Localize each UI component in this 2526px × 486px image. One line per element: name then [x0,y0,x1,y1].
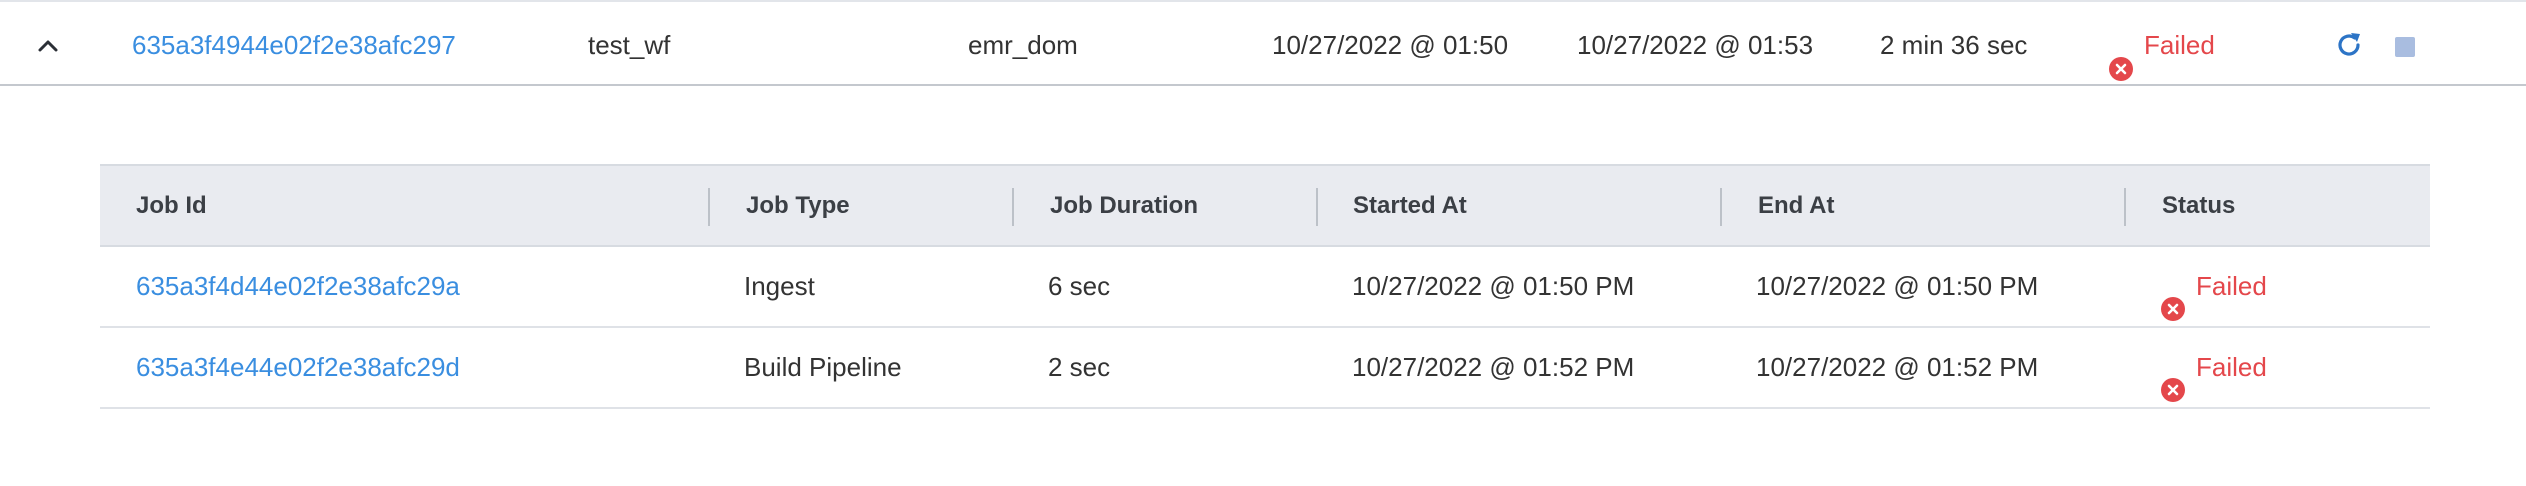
column-header-job-duration: Job Duration [1050,192,1198,219]
job-status-badge: Failed [2160,247,2267,326]
column-header-status: Status [2162,192,2236,219]
jobs-table: Job Id Job Type Job Duration Started At … [100,164,2430,409]
stop-icon[interactable] [2394,34,2416,65]
workflow-domain: emr_dom [968,30,1078,60]
column-divider [1316,188,1318,226]
job-status-badge: Failed [2160,328,2267,407]
column-divider [1012,188,1014,226]
job-type: Build Pipeline [744,352,902,382]
x-circle-icon [2108,32,2134,81]
workflow-status-badge: Failed [2108,4,2215,86]
table-row: 635a3f4d44e02f2e38afc29a Ingest 6 sec 10… [100,247,2430,328]
refresh-icon[interactable] [2334,30,2364,67]
column-divider [1720,188,1722,226]
workflow-ended-at: 10/27/2022 @ 01:53 [1577,30,1814,60]
column-divider [708,188,710,226]
chevron-up-icon[interactable] [30,28,66,64]
job-end-at: 10/27/2022 @ 01:50 PM [1756,271,2039,301]
column-header-end-at: End At [1758,192,1835,219]
workflow-duration: 2 min 36 sec [1880,30,2028,60]
table-row: 635a3f4e44e02f2e38afc29d Build Pipeline … [100,328,2430,409]
column-header-job-type: Job Type [746,192,850,219]
job-status-label: Failed [2196,271,2267,301]
job-end-at: 10/27/2022 @ 01:52 PM [1756,352,2039,382]
job-duration: 6 sec [1048,271,1111,301]
job-id-link[interactable]: 635a3f4e44e02f2e38afc29d [136,328,460,407]
x-circle-icon [2160,274,2186,321]
job-started-at: 10/27/2022 @ 01:52 PM [1352,352,1635,382]
job-type: Ingest [744,271,815,301]
workflow-run-row: 635a3f4944e02f2e38afc297 test_wf emr_dom… [0,4,2526,86]
job-duration: 2 sec [1048,352,1111,382]
column-header-job-id: Job Id [136,192,207,219]
workflow-status-label: Failed [2144,30,2215,60]
job-status-label: Failed [2196,352,2267,382]
job-started-at: 10/27/2022 @ 01:50 PM [1352,271,1635,301]
column-header-started-at: Started At [1353,192,1467,219]
workflow-started-at: 10/27/2022 @ 01:50 [1272,30,1509,60]
job-id-link[interactable]: 635a3f4d44e02f2e38afc29a [136,247,460,326]
x-circle-icon [2160,355,2186,402]
workflow-name: test_wf [588,30,671,60]
jobs-table-header: Job Id Job Type Job Duration Started At … [100,164,2430,247]
column-divider [2124,188,2126,226]
workflow-run-id-link[interactable]: 635a3f4944e02f2e38afc297 [132,4,456,86]
